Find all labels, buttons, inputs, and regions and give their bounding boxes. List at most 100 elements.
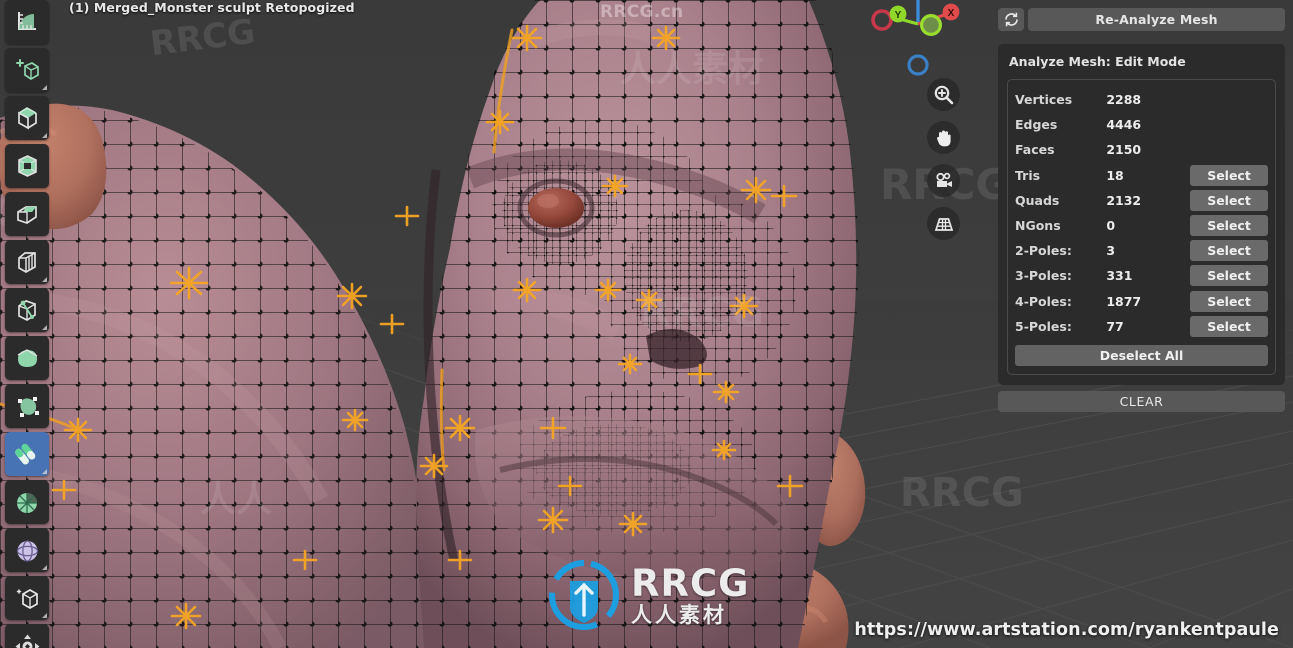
submenu-corner xyxy=(42,85,47,90)
stat-row: Quads 2132 Select xyxy=(1015,188,1269,213)
submenu-corner xyxy=(42,277,47,282)
select-2poles-button[interactable]: Select xyxy=(1190,240,1269,262)
select-5poles-button[interactable]: Select xyxy=(1190,315,1269,337)
loop-cut-icon xyxy=(17,251,36,273)
nav-camera-button[interactable] xyxy=(927,164,960,197)
tool-inset-faces[interactable] xyxy=(5,144,49,188)
select-3poles-button[interactable]: Select xyxy=(1190,265,1269,287)
select-4poles-button[interactable]: Select xyxy=(1190,290,1269,312)
camera-icon xyxy=(935,172,952,187)
analyze-mesh-panel[interactable]: Re-Analyze Mesh Analyze Mesh: Edit Mode … xyxy=(998,8,1285,412)
stat-row: Edges 4446 xyxy=(1015,112,1268,137)
add-cube-icon xyxy=(16,59,39,80)
viewport-header-label: (1) Merged_Monster sculpt Retopogized xyxy=(69,0,355,15)
stat-label: 2-Poles: xyxy=(1015,243,1072,259)
stat-label: Quads xyxy=(1015,192,1060,208)
reanalyze-mesh-button[interactable]: Re-Analyze Mesh xyxy=(1028,8,1285,31)
spin-vertices-icon xyxy=(17,396,39,417)
stat-row: 5-Poles: 77 Select xyxy=(1015,314,1269,339)
submenu-corner xyxy=(42,469,47,474)
stat-label: Tris xyxy=(1015,167,1041,183)
refresh-button[interactable] xyxy=(998,8,1024,31)
tool-add-cube[interactable] xyxy=(5,48,49,92)
analyze-mesh-box: Analyze Mesh: Edit Mode Vertices 2288 Ed… xyxy=(998,44,1285,385)
stat-value: 2150 xyxy=(1106,142,1142,158)
hand-icon xyxy=(936,130,951,147)
tool-shear[interactable] xyxy=(5,576,49,620)
stat-row: 4-Poles: 1877 Select xyxy=(1015,289,1269,314)
clear-button[interactable]: CLEAR xyxy=(998,390,1285,412)
tool-poly-build[interactable] xyxy=(5,336,49,380)
stat-label: 3-Poles: xyxy=(1015,268,1072,284)
left-toolbar[interactable] xyxy=(5,0,51,648)
nav-ortho-button[interactable] xyxy=(927,207,960,240)
panel-title: Analyze Mesh: Edit Mode xyxy=(1009,54,1186,69)
stat-row: Tris 18 Select xyxy=(1015,163,1269,188)
sphere-shrink-icon xyxy=(16,539,38,562)
select-ngons-button[interactable]: Select xyxy=(1190,215,1269,237)
stat-label: Edges xyxy=(1015,117,1058,133)
stat-row: Vertices 2288 xyxy=(1015,87,1268,112)
deselect-all-button[interactable]: Deselect All xyxy=(1015,344,1268,366)
tool-loop-cut[interactable] xyxy=(5,240,49,284)
blender-viewport-screenshot: (1) Merged_Monster sculpt Retopogized RR… xyxy=(0,0,1293,648)
tool-extrude-region[interactable] xyxy=(5,96,49,140)
grid-perspective-icon xyxy=(934,217,953,231)
stat-row: NGons 0 Select xyxy=(1015,213,1269,238)
stat-label: Vertices xyxy=(1015,92,1073,108)
nav-pan-button[interactable] xyxy=(927,121,960,154)
stat-value: 4446 xyxy=(1106,117,1142,133)
tool-bevel[interactable] xyxy=(5,192,49,236)
stat-value: 2288 xyxy=(1106,92,1142,108)
stat-select-spacer xyxy=(1190,114,1268,135)
mesh-stats-table: Vertices 2288 Edges 4446 Faces 2150 Tris xyxy=(1007,79,1276,375)
stat-value: 18 xyxy=(1106,167,1124,183)
tool-measure[interactable] xyxy=(5,0,49,44)
smooth-brush-icon xyxy=(15,443,36,465)
stat-select-spacer xyxy=(1190,89,1268,110)
navigation-gizmo[interactable]: Y X xyxy=(871,0,963,80)
tool-knife[interactable] xyxy=(5,288,49,332)
tool-edge-slide[interactable] xyxy=(5,480,49,524)
tool-smooth[interactable] xyxy=(5,432,49,476)
knife-cube-icon xyxy=(17,299,36,321)
gizmo-x-label: X xyxy=(948,8,955,19)
extrude-cube-icon xyxy=(17,106,37,129)
stat-value: 77 xyxy=(1106,318,1124,334)
mesh-head-region xyxy=(416,0,859,648)
shear-cube-icon xyxy=(16,588,38,609)
stat-label: NGons xyxy=(1015,218,1061,234)
stat-label: Faces xyxy=(1015,142,1055,158)
select-tris-button[interactable]: Select xyxy=(1190,164,1269,186)
tool-spin[interactable] xyxy=(5,384,49,428)
stat-label: 4-Poles: xyxy=(1015,293,1072,309)
reanalyze-row: Re-Analyze Mesh xyxy=(998,8,1285,31)
submenu-corner xyxy=(42,325,47,330)
tool-rip-region[interactable] xyxy=(5,624,49,648)
pie-slice-icon xyxy=(16,492,37,513)
viewport-nav-buttons[interactable] xyxy=(927,78,961,240)
tool-shrink-fatten[interactable] xyxy=(5,528,49,572)
stat-row: 2-Poles: 3 Select xyxy=(1015,238,1269,263)
stat-label: 5-Poles: xyxy=(1015,318,1072,334)
poly-build-icon xyxy=(17,348,37,367)
select-quads-button[interactable]: Select xyxy=(1190,189,1269,211)
stat-value: 2132 xyxy=(1106,192,1142,208)
inset-faces-icon xyxy=(17,154,37,177)
stat-value: 331 xyxy=(1106,268,1133,284)
stat-value: 3 xyxy=(1106,243,1116,259)
stat-row: Faces 2150 xyxy=(1015,137,1268,162)
refresh-cycle-icon xyxy=(1004,12,1018,27)
submenu-corner xyxy=(42,613,47,618)
nav-zoom-button[interactable] xyxy=(927,78,960,111)
gizmo-y-label: Y xyxy=(895,10,902,21)
stat-value: 1877 xyxy=(1106,293,1142,309)
model-eye xyxy=(528,188,584,228)
bevel-cube-icon xyxy=(16,205,37,224)
submenu-corner xyxy=(42,133,47,138)
stat-row: 3-Poles: 331 Select xyxy=(1015,263,1269,288)
stat-select-spacer xyxy=(1190,139,1268,160)
stat-value: 0 xyxy=(1106,218,1116,234)
submenu-corner xyxy=(42,565,47,570)
magnifier-plus-icon xyxy=(934,85,954,105)
